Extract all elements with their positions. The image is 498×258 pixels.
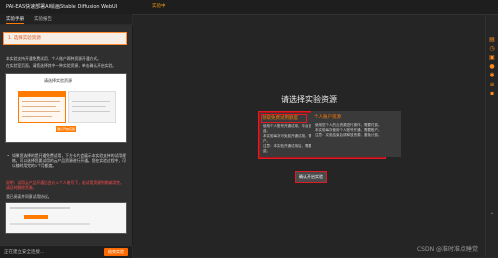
card-line: 注意：实验结束后请释放资源，避免计费。 (315, 133, 382, 137)
list-icon[interactable]: ≡ (489, 82, 495, 88)
resource-selection-area: 请选择实验资源 领取免费试用额度 使用个人账号开通试用，平台自动计费。 本实验每… (133, 15, 485, 257)
watermark: CSDN @准时准点睡觉 (416, 246, 478, 253)
note-text: 说明：试用云产品开通后会计入个人账号下，若试用资源到期或用完，请及时删除资源。 (6, 180, 124, 190)
card-heading: 个人账户资源 (314, 115, 341, 120)
title-bar: PAI-EAS快速部署AI绘画Stable Diffusion WebUI 实验… (0, 0, 498, 15)
manual-note: 说明：试用云产品开通后会计入个人账号下，若试用资源到期或用完，请及时删除资源。 (6, 180, 126, 190)
screenshot-card-personal (68, 91, 116, 123)
tab-report[interactable]: 实验报告 (34, 16, 52, 22)
lock-icon[interactable]: ▣ (489, 55, 495, 61)
manual-screenshot-2 (5, 202, 127, 234)
manual-paragraph: 本实验支持开通免费试用、个人账户两种资源开通方式。 (6, 56, 101, 61)
screenshot-title: 请选择实验资源 (44, 78, 72, 83)
personal-resource-card[interactable]: 个人账户资源 使用您个人的云资源进行操作，需要付费。 本实验每次使用个人账号开通… (311, 111, 401, 157)
main-title: 请选择实验资源 (281, 95, 337, 104)
chevron-up-icon[interactable]: ⌃ (489, 213, 495, 219)
tab-manual[interactable]: 实验手册 (6, 16, 24, 24)
gear-icon[interactable]: ✱ (489, 73, 495, 79)
manual-bullet: 如果您选择的是开通免费试用，下方卡片会展示本实验支持的试用规格，可以选择您要试用… (7, 153, 126, 169)
end-experiment-button[interactable]: 结束实验 (104, 248, 128, 256)
right-toolbar: ▤ ◷ ▣ ● ✱ ≡ ▪ ⌃ (485, 15, 498, 257)
screenshot-confirm-button: 确认开启实验 (56, 126, 76, 132)
clock-icon[interactable]: ◷ (489, 46, 495, 52)
tab-strip: 实验手册 实验报告 (0, 14, 132, 24)
screenshot-card-trial (18, 91, 66, 123)
status-badge: 实验中 (152, 4, 166, 9)
manual-screenshot: 请选择实验资源 确认开启实验 (5, 73, 127, 143)
chat-icon[interactable]: ▪ (489, 91, 495, 97)
confirm-start-button[interactable]: 确认开启实验 (295, 171, 327, 183)
manual-paragraph: 我已阅读并同意试用协议。 (6, 194, 52, 199)
manual-panel: 1. 选择实验资源 本实验支持开通免费试用、个人账户两种资源开通方式。 在实验室… (0, 26, 133, 245)
card-heading: 领取免费试用额度 (262, 116, 298, 121)
step-header: 1. 选择实验资源 (3, 32, 127, 45)
status-bar: 正在建立安全连接... 结束实验 (0, 245, 132, 258)
status-text: 正在建立安全连接... (4, 250, 45, 255)
manual-paragraph: 在实验室页面，请您选择其中一种实验资源，单击确认开启实验。 (6, 63, 117, 68)
user-icon[interactable]: ● (489, 64, 495, 70)
page-title: PAI-EAS快速部署AI绘画Stable Diffusion WebUI (6, 4, 118, 10)
document-icon[interactable]: ▤ (489, 37, 495, 43)
card-body: 使用您个人的云资源进行操作，需要付费。 本实验每次使用个人账号开通，需要账户。 … (315, 123, 395, 138)
step-title: 1. 选择实验资源 (8, 36, 41, 41)
